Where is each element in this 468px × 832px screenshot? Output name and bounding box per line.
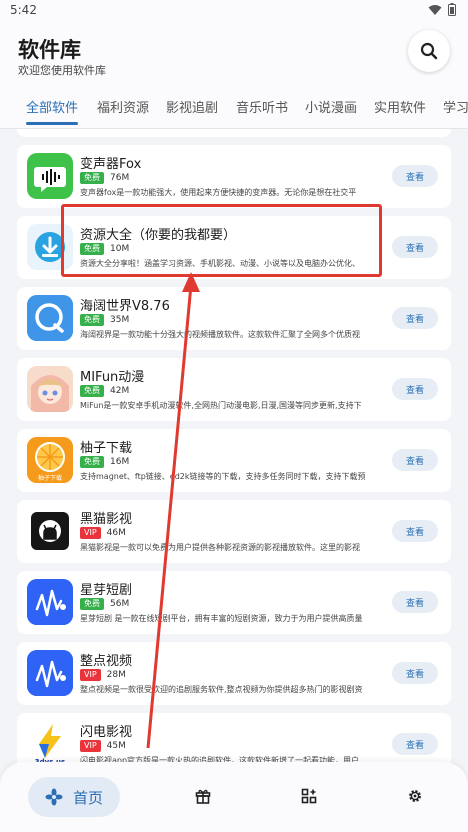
- gift-box-icon: [195, 789, 211, 804]
- tab-study[interactable]: 学习: [443, 97, 468, 116]
- nav-gift[interactable]: [195, 788, 213, 806]
- active-tab-indicator: [26, 122, 78, 125]
- icon-caption: 柚子下载: [37, 475, 62, 482]
- app-size: 16M: [110, 457, 130, 467]
- app-size: 35M: [110, 315, 130, 325]
- app-name: 黑猫影视: [80, 512, 133, 527]
- app-meta: 免费 76M: [80, 172, 129, 184]
- page-title: 软件库: [18, 38, 81, 62]
- list-item-partial: [17, 129, 451, 137]
- app-name: 闪电影视: [80, 725, 133, 740]
- nav-home-label: 首页: [72, 788, 103, 807]
- grid-plus-icon: [301, 788, 317, 804]
- app-meta: VIP 28M: [80, 669, 126, 681]
- tab-welfare[interactable]: 福利资源: [97, 97, 149, 116]
- list-item[interactable]: 星芽短剧 免费 56M 星芽短剧 是一款在线短剧平台，拥有丰富的短剧资源，致力于…: [17, 571, 451, 634]
- app-description: 海阔视界是一款功能十分强大的视频播放软件。这款软件汇聚了全网多个优质视: [80, 330, 360, 339]
- status-icons: [428, 3, 456, 16]
- waveform-note-icon: [27, 650, 73, 696]
- app-size: 45M: [106, 741, 126, 751]
- free-badge: 免费: [80, 314, 104, 326]
- vip-badge: VIP: [80, 740, 101, 752]
- free-badge: 免费: [80, 598, 104, 610]
- nav-apps[interactable]: [301, 788, 319, 806]
- status-time: 5:42: [10, 3, 37, 17]
- vip-badge: VIP: [80, 527, 101, 539]
- view-button[interactable]: 查看: [392, 662, 438, 684]
- app-name: 星芽短剧: [80, 583, 133, 598]
- app-name: MIFun动漫: [80, 370, 145, 385]
- search-icon: [420, 42, 438, 60]
- status-bar: 5:42: [0, 0, 468, 22]
- tab-all-software[interactable]: 全部软件: [26, 97, 78, 116]
- app-meta: 免费 35M: [80, 314, 129, 326]
- view-button[interactable]: 查看: [392, 449, 438, 471]
- category-tabs: 全部软件 福利资源 影视追剧 音乐听书 小说漫画 实用软件 学习: [0, 88, 468, 128]
- app-name: 柚子下载: [80, 441, 133, 456]
- vip-badge: VIP: [80, 669, 101, 681]
- view-button[interactable]: 查看: [392, 733, 438, 755]
- list-item[interactable]: 黑猫影视 VIP 46M 黑猫影视是一款可以免费为用户提供各种影视资源的影视播放…: [17, 500, 451, 563]
- nav-home[interactable]: 首页: [28, 777, 120, 817]
- list-item[interactable]: 整点视频 VIP 28M 整点视频是一款很受欢迎的追剧服务软件,整点视频为你提供…: [17, 642, 451, 705]
- voice-changer-icon: [27, 153, 73, 199]
- list-item[interactable]: 海阔世界V8.76 免费 35M 海阔视界是一款功能十分强大的视频播放软件。这款…: [17, 287, 451, 350]
- app-description: 变声器fox是一款功能强大，使用起来方便快捷的变声器。无论你是想在社交平: [80, 188, 357, 197]
- lightning-icon: 3dys.us: [27, 721, 73, 767]
- search-button[interactable]: [408, 30, 450, 72]
- app-name: 整点视频: [80, 654, 133, 669]
- browser-icon: [27, 295, 73, 341]
- app-description: 星芽短剧 是一款在线短剧平台，拥有丰富的短剧资源，致力于为用户提供高质量: [80, 614, 363, 623]
- app-meta: 免费 56M: [80, 598, 129, 610]
- app-name: 海阔世界V8.76: [80, 299, 170, 314]
- app-size: 46M: [106, 528, 126, 538]
- tab-movies[interactable]: 影视追剧: [166, 97, 218, 116]
- app-meta: VIP 46M: [80, 527, 126, 539]
- app-header: 软件库 欢迎您使用软件库: [0, 22, 468, 88]
- free-badge: 免费: [80, 456, 104, 468]
- app-description: 整点视频是一款很受欢迎的追剧服务软件,整点视频为你提供超多热门的影视剧资: [80, 685, 363, 694]
- page-subtitle: 欢迎您使用软件库: [18, 64, 106, 77]
- view-button[interactable]: 查看: [392, 591, 438, 613]
- view-button[interactable]: 查看: [392, 378, 438, 400]
- app-size: 28M: [106, 670, 126, 680]
- wifi-icon: [428, 4, 442, 15]
- view-button[interactable]: 查看: [392, 236, 438, 258]
- app-size: 42M: [110, 386, 130, 396]
- list-item[interactable]: MIFun动漫 免费 42M MiFun是一款安卓手机动漫软件,全网热门动漫电影…: [17, 358, 451, 421]
- waveform-note-icon: [27, 579, 73, 625]
- tab-utilities[interactable]: 实用软件: [374, 97, 426, 116]
- app-meta: VIP 45M: [80, 740, 126, 752]
- tab-novels[interactable]: 小说漫画: [305, 97, 357, 116]
- list-item[interactable]: 柚子下载 柚子下载 免费 16M 支持magnet、ftp链接、ed2k链接等的…: [17, 429, 451, 492]
- list-item[interactable]: 变声器Fox 免费 76M 变声器fox是一款功能强大，使用起来方便快捷的变声器…: [17, 145, 451, 208]
- app-size: 76M: [110, 173, 130, 183]
- battery-icon: [448, 3, 456, 16]
- tab-music[interactable]: 音乐听书: [236, 97, 288, 116]
- app-meta: 免费 42M: [80, 385, 129, 397]
- free-badge: 免费: [80, 172, 104, 184]
- annotation-highlight-box: [61, 204, 382, 277]
- app-description: 支持magnet、ftp链接、ed2k链接等的下载，支持多任务同时下载，支持下载…: [80, 472, 366, 481]
- view-button[interactable]: 查看: [392, 307, 438, 329]
- bottom-navigation: 首页: [0, 762, 468, 832]
- nav-settings[interactable]: [407, 788, 425, 806]
- gear-icon: [409, 790, 421, 802]
- app-size: 56M: [110, 599, 130, 609]
- home-icon: [45, 788, 63, 806]
- free-badge: 免费: [80, 385, 104, 397]
- orange-slice-icon: 柚子下载: [27, 437, 73, 483]
- app-meta: 免费 16M: [80, 456, 129, 468]
- anime-character-icon: [27, 366, 73, 412]
- app-description: MiFun是一款安卓手机动漫软件,全网热门动漫电影,日漫,国漫等同步更新,支持下: [80, 401, 362, 410]
- github-cat-icon: [27, 508, 73, 554]
- view-button[interactable]: 查看: [392, 165, 438, 187]
- view-button[interactable]: 查看: [392, 520, 438, 542]
- app-description: 黑猫影视是一款可以免费为用户提供各种影视资源的影视播放软件。这里的影视: [80, 543, 360, 552]
- app-name: 变声器Fox: [80, 157, 142, 172]
